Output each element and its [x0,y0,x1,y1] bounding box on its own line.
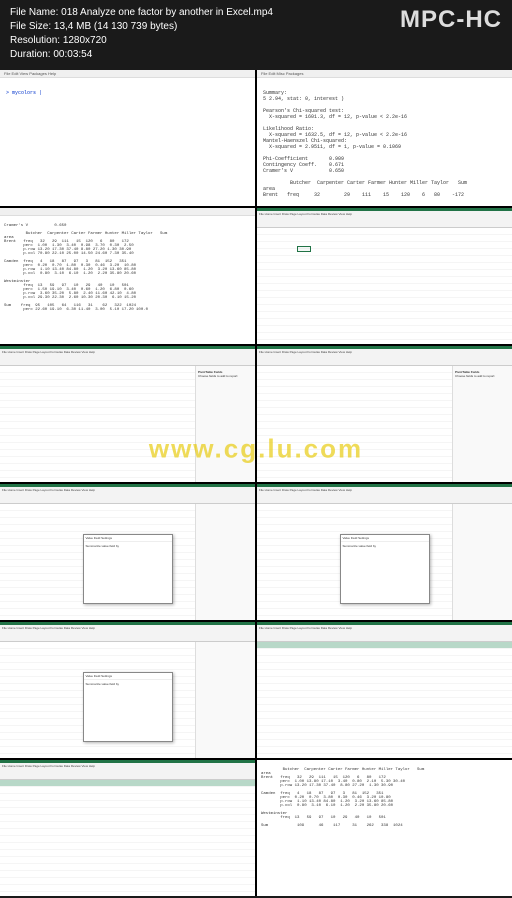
ribbon-tabs-2: File Home Insert Draw Page Layout Formul… [0,346,255,355]
thumb-excel-dialog-3[interactable]: File Home Insert Draw Page Layout Formul… [0,622,255,758]
file-name-label: File Name: [10,7,58,18]
file-size-row: File Size: 13,4 MB (14 130 739 bytes) [10,20,273,34]
pivot-panel-hint: Choose fields to add to report: [198,374,253,378]
thumb-excel-dialog-2[interactable]: File Home Insert Draw Page Layout Formul… [257,484,512,620]
file-name-value: 018 Analyze one factor by another in Exc… [61,7,273,18]
file-size-value: 13,4 MB (14 130 739 bytes) [54,21,177,32]
excel-grid-2 [0,366,195,482]
thumb-r-script[interactable]: File Edit View Packages Help > mycolors … [0,70,255,206]
excel-body-7 [257,642,512,758]
ribbon-tabs-5: File Home Insert Draw Page Layout Formul… [257,484,512,493]
excel-ribbon-4: File Home Insert Draw Page Layout Formul… [0,484,255,504]
excel-ribbon-8: File Home Insert Draw Page Layout Formul… [0,760,255,780]
excel-grid-8 [0,780,255,896]
excel-body-3: PivotTable Fields Choose fields to add t… [257,366,512,482]
editor-menu: File Edit View Packages Help [0,70,255,78]
pivot-fields-panel: PivotTable Fields Choose fields to add t… [195,366,255,482]
thumb-excel-pivot-1[interactable]: File Home Insert Draw Page Layout Formul… [0,346,255,482]
dialog-body-3: Summarize value field by [84,680,172,688]
excel-ribbon-7: File Home Insert Draw Page Layout Formul… [257,622,512,642]
excel-grid-3 [257,366,452,482]
dialog-body: Summarize value field by [84,542,172,550]
file-info-block: File Name: 018 Analyze one factor by ano… [10,6,273,62]
resolution-label: Resolution: [10,35,60,46]
thumb-excel-data[interactable]: File Home Insert Draw Page Layout Formul… [257,622,512,758]
pivot-fields-panel-3 [195,504,255,620]
duration-row: Duration: 00:03:54 [10,48,273,62]
dialog-title: Value Field Settings [84,535,172,542]
excel-grid-7 [257,642,512,758]
ribbon-tabs-3: File Home Insert Draw Page Layout Formul… [257,346,512,355]
excel-body-8 [0,780,255,896]
pivot-fields-panel-2: PivotTable Fields Choose fields to add t… [452,366,512,482]
header-row [257,642,512,648]
thumb-r-output-1[interactable]: File Edit Misc Packages Summary: 5 2.94,… [257,70,512,206]
stats-table-content: Cramer's V 0.650 Butcher Carpenter Carte… [0,216,255,320]
value-field-dialog-3: Value Field Settings Summarize value fie… [83,672,173,742]
file-size-label: File Size: [10,21,51,32]
file-name-row: File Name: 018 Analyze one factor by ano… [10,6,273,20]
duration-label: Duration: [10,49,51,60]
value-field-dialog: Value Field Settings Summarize value fie… [83,534,173,604]
console-menu: File Edit Misc Packages [257,70,512,78]
thumb-stats-table[interactable]: Cramer's V 0.650 Butcher Carpenter Carte… [0,208,255,344]
resolution-row: Resolution: 1280x720 [10,34,273,48]
excel-ribbon-6: File Home Insert Draw Page Layout Formul… [0,622,255,642]
thumb-excel-pivot-2[interactable]: File Home Insert Draw Page Layout Formul… [257,346,512,482]
r-script-text: > mycolors | [0,78,255,100]
stats-menu [0,208,255,216]
resolution-value: 1280x720 [63,35,107,46]
excel-body-2: PivotTable Fields Choose fields to add t… [0,366,255,482]
excel-body [257,228,512,344]
ribbon-tabs-4: File Home Insert Draw Page Layout Formul… [0,484,255,493]
ribbon-tabs-8: File Home Insert Draw Page Layout Formul… [0,760,255,769]
header-bar: File Name: 018 Analyze one factor by ano… [0,0,512,70]
ribbon-tabs-6: File Home Insert Draw Page Layout Formul… [0,622,255,631]
excel-ribbon-3: File Home Insert Draw Page Layout Formul… [257,346,512,366]
excel-grid [257,228,512,344]
thumb-excel-1[interactable]: File Home Insert Draw Page Layout Formul… [257,208,512,344]
thumb-excel-result[interactable]: File Home Insert Draw Page Layout Formul… [0,760,255,896]
thumb-excel-dialog-1[interactable]: File Home Insert Draw Page Layout Formul… [0,484,255,620]
pivot-panel-hint-2: Choose fields to add to report: [455,374,510,378]
excel-ribbon-5: File Home Insert Draw Page Layout Formul… [257,484,512,504]
thumb-final-stats[interactable]: Butcher Carpenter Carter Farmer Hunter M… [257,760,512,896]
duration-value: 00:03:54 [53,49,92,60]
final-stats-content: Butcher Carpenter Carter Farmer Hunter M… [257,760,512,836]
excel-ribbon: File Home Insert Draw Page Layout Formul… [257,208,512,228]
dialog-title-2: Value Field Settings [341,535,429,542]
excel-ribbon-2: File Home Insert Draw Page Layout Formul… [0,346,255,366]
header-row-2 [0,780,255,786]
excel-body-5: Value Field Settings Summarize value fie… [257,504,512,620]
excel-body-4: Value Field Settings Summarize value fie… [0,504,255,620]
r-output-text: Summary: 5 2.94, stat: 0, interest ) Pea… [257,78,512,202]
player-brand: MPC-HC [400,6,502,34]
value-field-dialog-2: Value Field Settings Summarize value fie… [340,534,430,604]
ribbon-tabs: File Home Insert Draw Page Layout Formul… [257,208,512,217]
dialog-body-2: Summarize value field by [341,542,429,550]
selected-cell [297,246,311,252]
ribbon-tabs-7: File Home Insert Draw Page Layout Formul… [257,622,512,631]
thumbnail-grid: File Edit View Packages Help > mycolors … [0,70,512,896]
pivot-fields-panel-5 [195,642,255,758]
pivot-fields-panel-4 [452,504,512,620]
excel-body-6: Value Field Settings Summarize value fie… [0,642,255,758]
dialog-title-3: Value Field Settings [84,673,172,680]
